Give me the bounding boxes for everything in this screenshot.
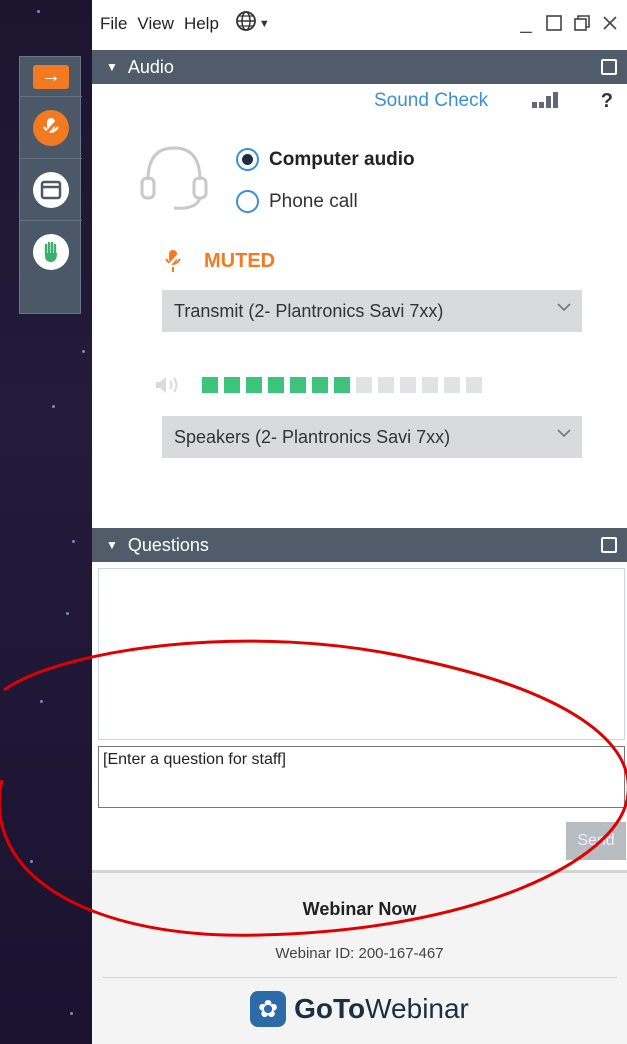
level-segment xyxy=(378,377,394,393)
headset-icon xyxy=(140,146,208,210)
phone-call-option[interactable]: Phone call xyxy=(236,190,358,213)
collapse-arrow-icon: → xyxy=(33,64,69,89)
desktop-star xyxy=(30,860,33,863)
menu-view[interactable]: View xyxy=(137,14,174,34)
menu-help[interactable]: Help xyxy=(184,14,219,34)
level-segment xyxy=(466,377,482,393)
mute-status: MUTED xyxy=(162,248,275,274)
minimize-icon[interactable]: _ xyxy=(515,12,537,34)
microphone-muted-icon xyxy=(33,109,69,146)
desktop-star xyxy=(52,405,55,408)
collapse-button[interactable]: → xyxy=(20,57,82,97)
popout-icon[interactable] xyxy=(601,537,617,553)
level-segment xyxy=(246,377,262,393)
level-segment xyxy=(202,377,218,393)
level-segment xyxy=(422,377,438,393)
chevron-down-icon xyxy=(556,299,572,320)
desktop-star xyxy=(37,10,40,13)
desktop-star xyxy=(66,612,69,615)
close-icon[interactable] xyxy=(599,12,621,34)
webinar-title: Webinar Now xyxy=(302,899,417,919)
radio-phone-call[interactable] xyxy=(236,190,259,213)
speaker-icon xyxy=(156,377,178,393)
computer-audio-option[interactable]: Computer audio xyxy=(236,148,415,171)
menu-bar: File View Help ▼ _ xyxy=(92,0,627,48)
raise-hand-icon xyxy=(33,234,69,270)
window-controls: _ xyxy=(515,12,621,34)
microphone-muted-icon xyxy=(164,250,182,272)
collapse-triangle-icon: ▼ xyxy=(106,538,118,552)
chevron-down-icon: ▼ xyxy=(258,18,270,30)
microphone-select[interactable]: Transmit (2- Plantronics Savi 7xx) xyxy=(162,290,582,332)
phone-call-label: Phone call xyxy=(269,190,358,212)
footer-divider xyxy=(102,977,617,978)
language-menu[interactable]: ▼ xyxy=(235,10,270,38)
screen-viewer-button[interactable] xyxy=(20,159,82,221)
audio-panel-header[interactable]: ▼ Audio xyxy=(92,50,627,84)
popout-icon[interactable] xyxy=(601,59,617,75)
help-icon[interactable]: ? xyxy=(601,90,613,113)
desktop-star xyxy=(70,1012,73,1015)
restore-down-icon[interactable] xyxy=(571,12,593,34)
computer-audio-label: Computer audio xyxy=(269,148,415,170)
desktop-star xyxy=(40,700,43,703)
audio-panel-title: Audio xyxy=(127,56,174,77)
microphone-select-value: Transmit (2- Plantronics Savi 7xx) xyxy=(174,300,444,321)
brand-goto: GoTo xyxy=(294,993,366,1024)
desktop-star xyxy=(72,540,75,543)
gotowebinar-panel: File View Help ▼ _ ▼ Audio Sound Check ? xyxy=(92,0,627,1044)
questions-panel-title: Questions xyxy=(127,534,209,555)
level-segment xyxy=(356,377,372,393)
questions-panel-header[interactable]: ▼ Questions xyxy=(92,528,627,562)
globe-icon xyxy=(235,10,257,38)
speaker-level-meter xyxy=(202,377,482,393)
level-segment xyxy=(290,377,306,393)
speaker-select-value: Speakers (2- Plantronics Savi 7xx) xyxy=(174,426,451,447)
muted-label: MUTED xyxy=(204,249,276,272)
mute-toggle-button[interactable] xyxy=(20,97,82,159)
question-input[interactable]: [Enter a question for staff] xyxy=(98,746,625,808)
menu-file[interactable]: File xyxy=(100,14,127,34)
send-button[interactable]: Send xyxy=(566,822,626,860)
level-segment xyxy=(268,377,284,393)
level-segment xyxy=(334,377,350,393)
chevron-down-icon xyxy=(556,425,572,446)
raise-hand-button[interactable] xyxy=(20,221,82,283)
level-segment xyxy=(400,377,416,393)
questions-log[interactable] xyxy=(98,568,625,740)
level-segment xyxy=(312,377,328,393)
desktop-star xyxy=(82,350,85,353)
radio-computer-audio[interactable] xyxy=(236,148,259,171)
collapse-triangle-icon: ▼ xyxy=(106,60,118,74)
window-icon xyxy=(33,171,69,208)
level-segment xyxy=(224,377,240,393)
audio-meter-icon[interactable] xyxy=(532,92,558,108)
brand-webinar: Webinar xyxy=(365,993,469,1024)
webinar-id: Webinar ID: 200-167-467 xyxy=(275,945,444,962)
speaker-level-row xyxy=(154,374,482,396)
restore-icon[interactable] xyxy=(543,12,565,34)
control-strip: → xyxy=(19,56,82,314)
speaker-select[interactable]: Speakers (2- Plantronics Savi 7xx) xyxy=(162,416,582,458)
sound-check-link[interactable]: Sound Check xyxy=(374,90,488,112)
level-segment xyxy=(444,377,460,393)
gotowebinar-logo-icon: ✿ xyxy=(250,991,287,1027)
gotowebinar-logo: ✿ GoTo Webinar xyxy=(92,991,627,1027)
webinar-footer: Webinar Now Webinar ID: 200-167-467 ✿ Go… xyxy=(92,870,627,1044)
